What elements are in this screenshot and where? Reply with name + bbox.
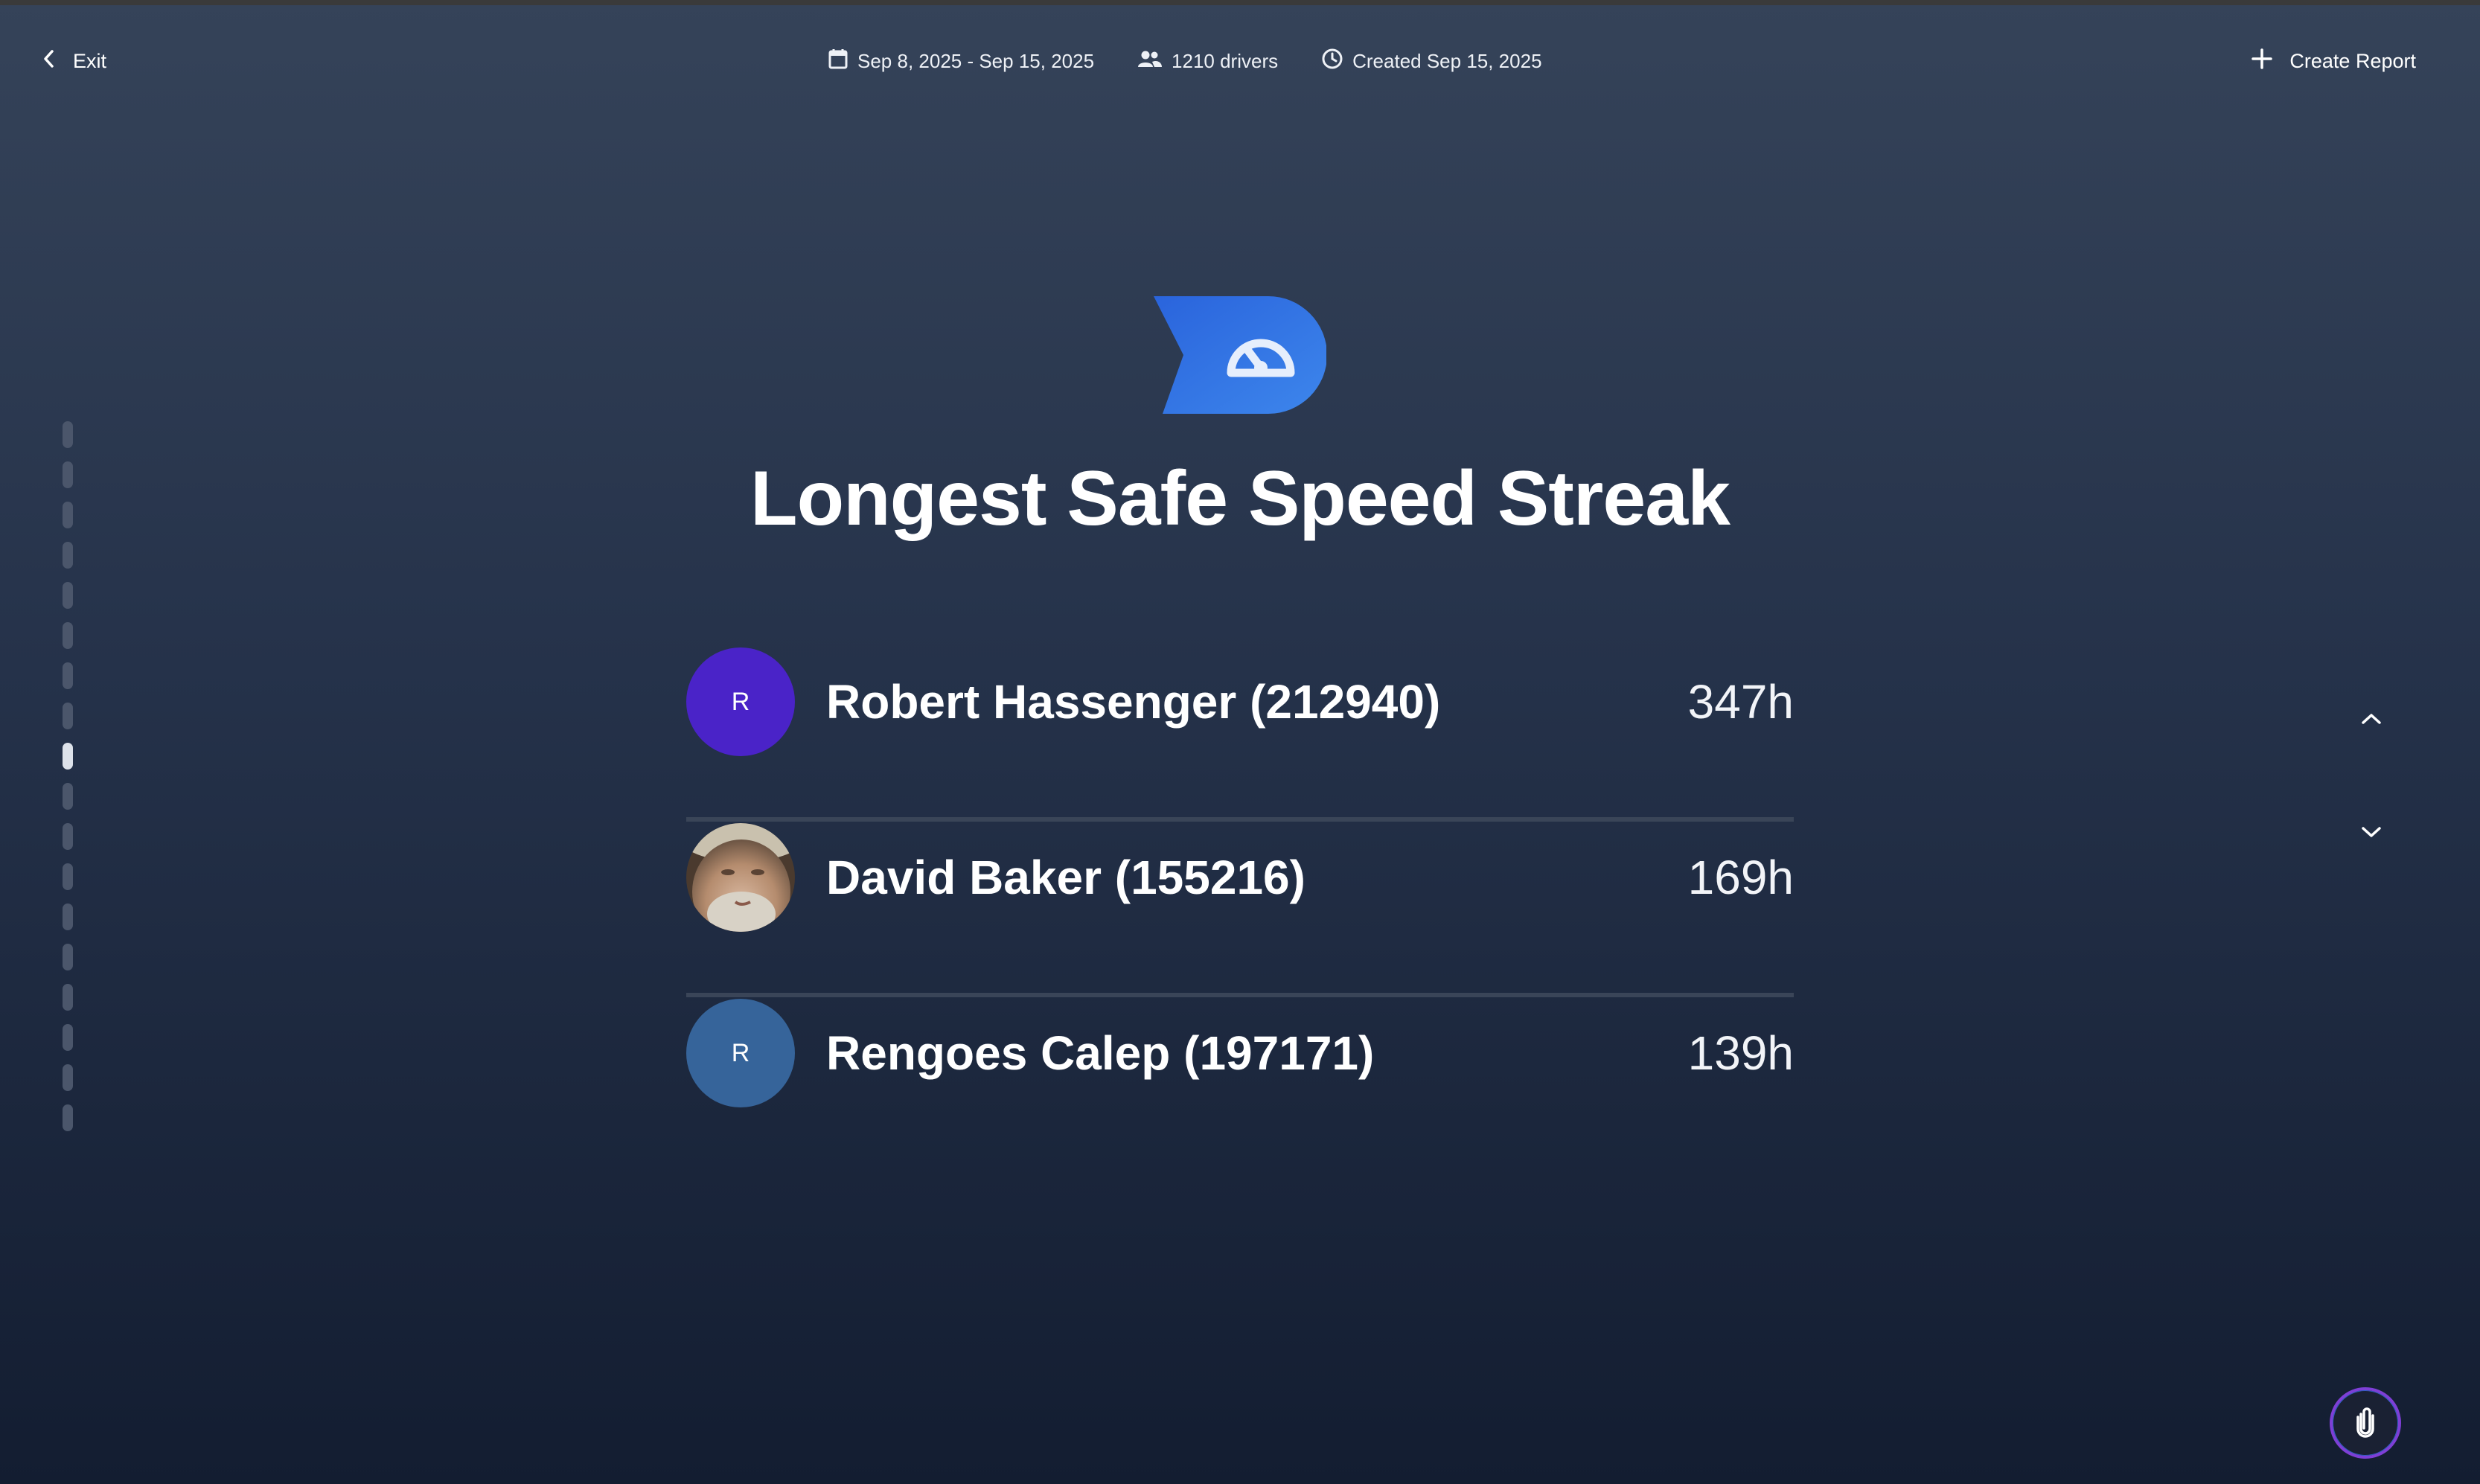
progress-dot[interactable] xyxy=(63,421,73,448)
progress-dot[interactable] xyxy=(63,703,73,729)
paperclip-icon xyxy=(2350,1405,2380,1442)
speedometer-icon xyxy=(1154,296,1327,414)
assistant-button[interactable] xyxy=(2330,1387,2401,1459)
progress-dot[interactable] xyxy=(63,743,73,770)
streak-value: 347h xyxy=(1687,675,1794,729)
progress-dot[interactable] xyxy=(63,622,73,649)
create-report-button[interactable]: Create Report xyxy=(2251,41,2416,81)
next-slide-button[interactable] xyxy=(2345,807,2398,860)
clock-icon xyxy=(1321,48,1343,75)
progress-dot[interactable] xyxy=(63,582,73,609)
driver-name: Rengoes Calep (197171) xyxy=(826,1026,1375,1080)
avatar-initial: R xyxy=(731,1038,750,1067)
progress-dot[interactable] xyxy=(63,823,73,850)
driver-name: David Baker (155216) xyxy=(826,851,1305,904)
driver-count-text: 1210 drivers xyxy=(1172,49,1279,72)
avatar-initial: R xyxy=(731,687,750,716)
created-date: Created Sep 15, 2025 xyxy=(1321,48,1542,75)
leaderboard-row: David Baker (155216) 169h xyxy=(686,822,1794,997)
exit-button[interactable]: Exit xyxy=(42,41,106,81)
date-range-text: Sep 8, 2025 - Sep 15, 2025 xyxy=(857,49,1095,72)
progress-dot[interactable] xyxy=(63,783,73,810)
chevron-left-icon xyxy=(42,48,57,74)
progress-dot[interactable] xyxy=(63,1104,73,1131)
leaderboard-row: R Robert Hassenger (212940) 347h xyxy=(686,646,1794,822)
created-date-text: Created Sep 15, 2025 xyxy=(1352,49,1542,72)
streak-value: 169h xyxy=(1687,851,1794,904)
chevron-down-icon xyxy=(2360,825,2382,843)
driver-count: 1210 drivers xyxy=(1137,49,1278,74)
driver-name: Robert Hassenger (212940) xyxy=(826,675,1441,729)
progress-dot[interactable] xyxy=(63,1064,73,1091)
leaderboard: R Robert Hassenger (212940) 347h David B… xyxy=(686,646,1794,1173)
progress-dot[interactable] xyxy=(63,984,73,1011)
progress-dot[interactable] xyxy=(63,903,73,930)
calendar-icon xyxy=(828,48,848,75)
top-bar: Exit Sep 8, 2025 - Sep 15, 2025 1210 dri… xyxy=(0,5,2480,105)
progress-dot[interactable] xyxy=(63,944,73,970)
avatar: R xyxy=(686,647,795,756)
driver-photo xyxy=(686,823,795,932)
avatar xyxy=(686,823,795,932)
plus-icon xyxy=(2251,48,2273,75)
chevron-up-icon xyxy=(2360,711,2382,730)
progress-dot[interactable] xyxy=(63,662,73,689)
leaderboard-row: R Rengoes Calep (197171) 139h xyxy=(686,997,1794,1173)
date-range: Sep 8, 2025 - Sep 15, 2025 xyxy=(828,48,1094,75)
previous-slide-button[interactable] xyxy=(2345,694,2398,747)
page-title: Longest Safe Speed Streak xyxy=(750,455,1730,542)
streak-value: 139h xyxy=(1687,1026,1794,1080)
report-meta: Sep 8, 2025 - Sep 15, 2025 1210 drivers … xyxy=(828,41,1542,81)
progress-dot[interactable] xyxy=(63,863,73,890)
create-report-label: Create Report xyxy=(2289,49,2416,72)
window-top-border xyxy=(0,0,2480,5)
users-icon xyxy=(1137,49,1163,74)
progress-dot[interactable] xyxy=(63,1024,73,1051)
exit-label: Exit xyxy=(73,49,107,72)
avatar: R xyxy=(686,999,795,1107)
